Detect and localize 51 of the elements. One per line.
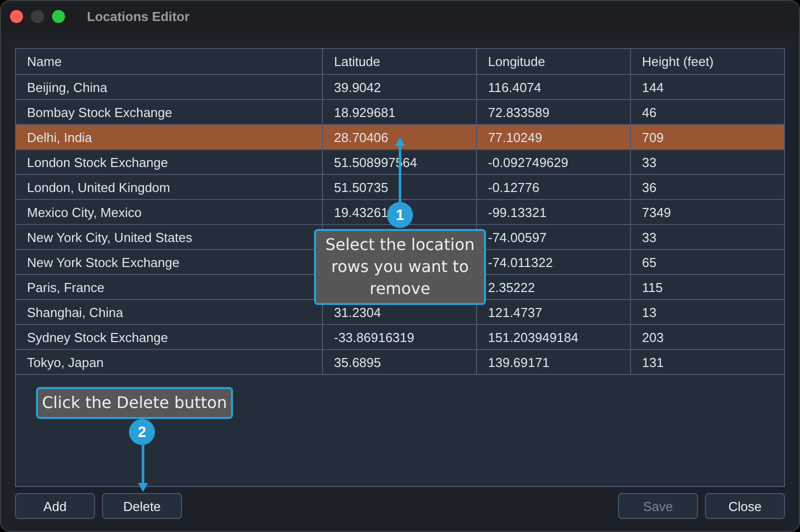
action-button[interactable]: Add [15,493,95,519]
callout-arrow [136,445,150,492]
table-cell-text: 36 [641,178,658,196]
table-cell: Beijing, China [16,75,323,99]
table-cell: 116.4074 [477,75,631,99]
action-button[interactable]: Delete [102,493,182,519]
callout-text: Select the location rows you want to remove [314,229,486,305]
table-cell: 77.10249 [477,125,631,149]
table-cell: 39.9042 [323,75,477,99]
table-cell-text: 13 [641,304,658,322]
close-window-icon[interactable] [10,10,23,23]
table-row[interactable]: Tokyo, Japan 35.6895 139.69171 131 [16,350,784,375]
table-cell: 51.50735 [323,175,477,199]
action-button[interactable]: Close [705,493,785,519]
table-cell: Sydney Stock Exchange [16,325,323,349]
table-cell-text: 115 [641,278,664,296]
column-header[interactable]: Longitude [477,49,631,74]
table-row[interactable]: Delhi, India 28.70406 77.10249 709 [16,125,784,150]
column-header[interactable]: Latitude [323,49,477,74]
table-cell: -33.86916319 [323,325,477,349]
table-cell-text: 33 [641,154,658,172]
table-cell: Mexico City, Mexico [16,200,323,224]
table-cell: London, United Kingdom [16,175,323,199]
table-cell-text: 65 [641,254,658,272]
table-row[interactable]: Beijing, China 39.9042 116.4074 144 [16,75,784,100]
table-cell-text: 144 [641,78,665,96]
table-cell: Delhi, India [16,125,323,149]
table-cell-text: 709 [641,128,665,146]
table-cell: Tokyo, Japan [16,350,323,374]
window-title: Locations Editor [87,9,190,24]
table-cell-text: 33 [641,228,658,246]
table-cell: 139.69171 [477,350,631,374]
table-row[interactable]: Sydney Stock Exchange -33.86916319 151.203949184 203 [16,325,784,350]
table-cell: 35.6895 [323,350,477,374]
column-header[interactable]: Height (feet) [631,49,784,74]
table-cell: -99.13321 [477,200,631,224]
table-cell-text: 131 [641,354,665,372]
zoom-window-icon[interactable] [52,10,65,23]
table-cell: 18.929681 [323,100,477,124]
callout-text: Click the Delete button [36,387,233,419]
column-header[interactable]: Name [16,49,323,74]
table-row[interactable]: London, United Kingdom 51.50735 -0.12776 36 [16,175,784,200]
table-cell-text: 203 [641,328,665,346]
table-cell-text: 46 [641,104,658,122]
table-cell: Bombay Stock Exchange [16,100,323,124]
table-cell: 151.203949184 [477,325,631,349]
table-cell: 72.833589 [477,100,631,124]
table-cell: -0.092749629 [477,150,631,174]
table-cell-text: 7349 [641,204,672,222]
table-cell: -0.12776 [477,175,631,199]
table-cell: London Stock Exchange [16,150,323,174]
